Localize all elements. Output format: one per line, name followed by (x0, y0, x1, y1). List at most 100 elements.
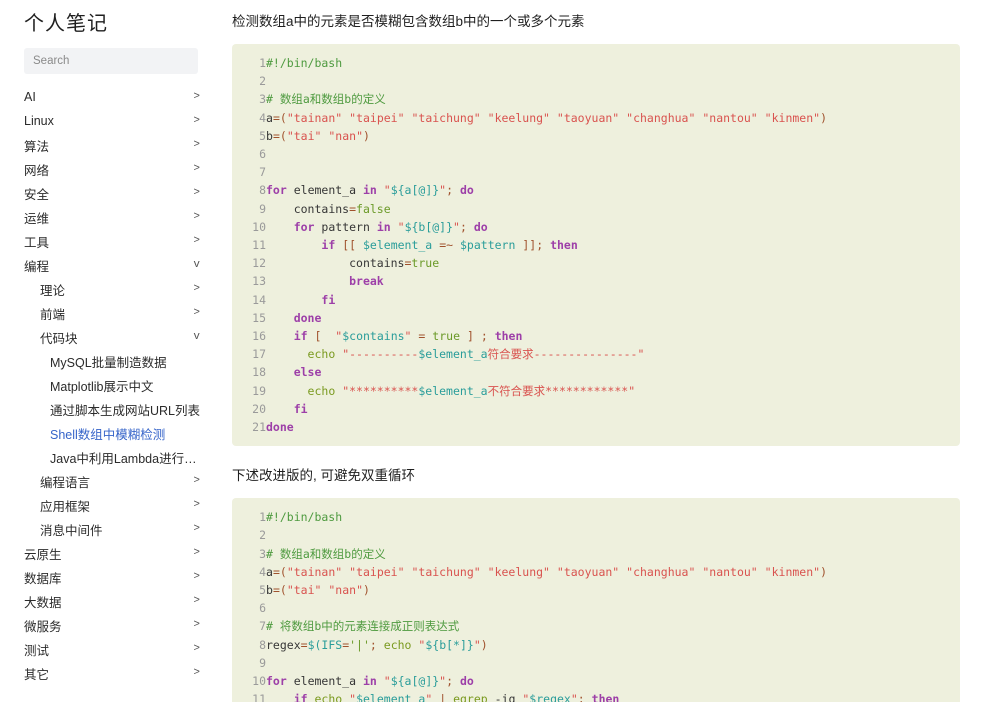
code-line: 8 regex=$(IFS='|'; echo "${b[*]}") (232, 636, 960, 654)
chevron-right-icon[interactable]: > (193, 667, 200, 679)
code-line: 16 if [ "$contains" = true ] ; then (232, 327, 960, 345)
code-line: 7 # 将数组b中的元素连接成正则表达式 (232, 617, 960, 635)
line-number: 17 (252, 347, 266, 362)
code-line: 5 b=("tai" "nan") (232, 581, 960, 599)
code-line: 6 (232, 599, 960, 617)
sidebar-item-24[interactable]: 其它 > (0, 661, 222, 685)
sidebar-item-12[interactable]: Matplotlib展示中文 (0, 373, 222, 397)
code-source: for pattern in "${b[@]}"; do (293, 219, 488, 234)
sidebar-item-5[interactable]: 运维 > (0, 205, 222, 229)
code-line: 10 for pattern in "${b[@]}"; do (232, 218, 960, 236)
section-heading-1: 下述改进版的, 可避免双重循环 (232, 468, 416, 484)
chevron-right-icon[interactable]: > (193, 163, 200, 175)
line-number: 3 (259, 92, 266, 107)
sidebar-item-13[interactable]: 通过脚本生成网站URL列表 (0, 397, 222, 421)
sidebar-item-label: 工具 (24, 235, 50, 250)
chevron-right-icon[interactable]: > (193, 211, 200, 223)
chevron-right-icon[interactable]: > (193, 595, 200, 607)
code-line: 21 done (232, 418, 960, 436)
code-source: a=("tainan" "taipei" "taichung" "keelung… (266, 110, 827, 125)
sidebar-item-2[interactable]: 算法 > (0, 133, 222, 157)
chevron-right-icon[interactable]: > (193, 115, 200, 127)
sidebar-item-label: 算法 (24, 139, 50, 154)
chevron-right-icon[interactable]: > (193, 91, 200, 103)
code-line: 4 a=("tainan" "taipei" "taichung" "keelun… (232, 109, 960, 127)
chevron-right-icon[interactable]: > (193, 523, 200, 535)
sidebar-item-label: Java中利用Lambda进行过滤 (50, 451, 200, 466)
line-number: 6 (259, 601, 266, 616)
sidebar-item-label: Matplotlib展示中文 (50, 379, 154, 394)
line-number: 3 (259, 546, 266, 561)
sidebar-item-11[interactable]: MySQL批量制造数据 (0, 349, 222, 373)
chevron-right-icon[interactable]: > (193, 499, 200, 511)
sidebar-item-label: 消息中间件 (40, 523, 103, 538)
sidebar-item-label: 微服务 (24, 619, 62, 634)
chevron-right-icon[interactable]: > (193, 475, 200, 487)
chevron-right-icon[interactable]: > (193, 619, 200, 631)
sidebar-item-19[interactable]: 云原生 > (0, 541, 222, 565)
code-line: 8 for element_a in "${a[@]}"; do (232, 181, 960, 199)
code-source: fi (293, 401, 308, 416)
code-block-1[interactable]: 1 #!/bin/bash 2 3 # 数组a和数组b的定义 4 a=("tainan" … (232, 498, 960, 702)
code-source: echo "**********$element_a不符合要求*********… (307, 383, 636, 398)
sidebar-item-7[interactable]: 编程 v (0, 253, 222, 277)
sidebar-item-10[interactable]: 代码块 v (0, 325, 222, 349)
chevron-right-icon[interactable]: > (193, 307, 200, 319)
sidebar-item-15[interactable]: Java中利用Lambda进行过滤 (0, 445, 222, 469)
sidebar-item-9[interactable]: 前端 > (0, 301, 222, 325)
sidebar-item-18[interactable]: 消息中间件 > (0, 517, 222, 541)
chevron-right-icon[interactable]: > (193, 139, 200, 151)
line-number: 18 (252, 365, 266, 380)
sidebar-item-17[interactable]: 应用框架 > (0, 493, 222, 517)
line-number: 21 (252, 420, 266, 435)
sidebar-item-label: 数据库 (24, 571, 62, 586)
sidebar-item-6[interactable]: 工具 > (0, 229, 222, 253)
sidebar-item-4[interactable]: 安全 > (0, 181, 222, 205)
sidebar-item-23[interactable]: 测试 > (0, 637, 222, 661)
search-input[interactable] (24, 48, 198, 74)
sidebar-item-3[interactable]: 网络 > (0, 157, 222, 181)
chevron-right-icon[interactable]: > (193, 283, 200, 295)
chevron-right-icon[interactable]: > (193, 187, 200, 199)
sidebar-item-14[interactable]: Shell数组中模糊检测 (0, 421, 222, 445)
sidebar-item-1[interactable]: Linux > (0, 109, 222, 133)
sidebar-item-label: 理论 (40, 283, 66, 298)
sidebar: 个人笔记 AI > Linux > 算法 > 网络 > 安全 > 运维 > 工具 > 编程 v 理论 > 前端 > 代码… (0, 0, 222, 702)
code-line: 9 (232, 654, 960, 672)
code-line: 11 if echo "$element_a" | egrep -iq "$re… (232, 690, 960, 702)
sidebar-item-21[interactable]: 大数据 > (0, 589, 222, 613)
code-line: 13 break (232, 272, 960, 290)
code-source (266, 526, 960, 544)
line-number: 9 (259, 655, 266, 670)
code-block-0[interactable]: 1 #!/bin/bash 2 3 # 数组a和数组b的定义 4 a=("tainan" … (232, 44, 960, 447)
code-source: # 数组a和数组b的定义 (266, 92, 386, 107)
code-source: done (266, 420, 294, 435)
chevron-down-icon[interactable]: v (193, 259, 200, 271)
sidebar-item-label: 安全 (24, 187, 50, 202)
line-number: 11 (252, 692, 266, 702)
chevron-right-icon[interactable]: > (193, 235, 200, 247)
sidebar-item-20[interactable]: 数据库 > (0, 565, 222, 589)
sidebar-item-label: MySQL批量制造数据 (50, 355, 167, 370)
sidebar-item-label: 网络 (24, 163, 50, 178)
sidebar-item-label: 云原生 (24, 547, 62, 562)
code-line: 5 b=("tai" "nan") (232, 127, 960, 145)
chevron-right-icon[interactable]: > (193, 547, 200, 559)
line-number: 8 (259, 183, 266, 198)
line-number: 6 (259, 147, 266, 162)
line-number: 20 (252, 401, 266, 416)
sidebar-item-8[interactable]: 理论 > (0, 277, 222, 301)
line-number: 14 (252, 292, 266, 307)
app-root: 个人笔记 AI > Linux > 算法 > 网络 > 安全 > 运维 > 工具 > 编程 v 理论 > 前端 > 代码… (0, 0, 1000, 702)
line-number: 1 (259, 510, 266, 525)
sidebar-item-16[interactable]: 编程语言 > (0, 469, 222, 493)
code-source (266, 599, 960, 617)
chevron-down-icon[interactable]: v (193, 331, 200, 343)
code-source: #!/bin/bash (266, 56, 343, 70)
code-source: contains=false (293, 201, 391, 216)
chevron-right-icon[interactable]: > (193, 643, 200, 655)
sidebar-item-0[interactable]: AI > (0, 85, 222, 109)
chevron-right-icon[interactable]: > (193, 571, 200, 583)
sidebar-item-22[interactable]: 微服务 > (0, 613, 222, 637)
code-source: # 将数组b中的元素连接成正则表达式 (266, 619, 460, 634)
